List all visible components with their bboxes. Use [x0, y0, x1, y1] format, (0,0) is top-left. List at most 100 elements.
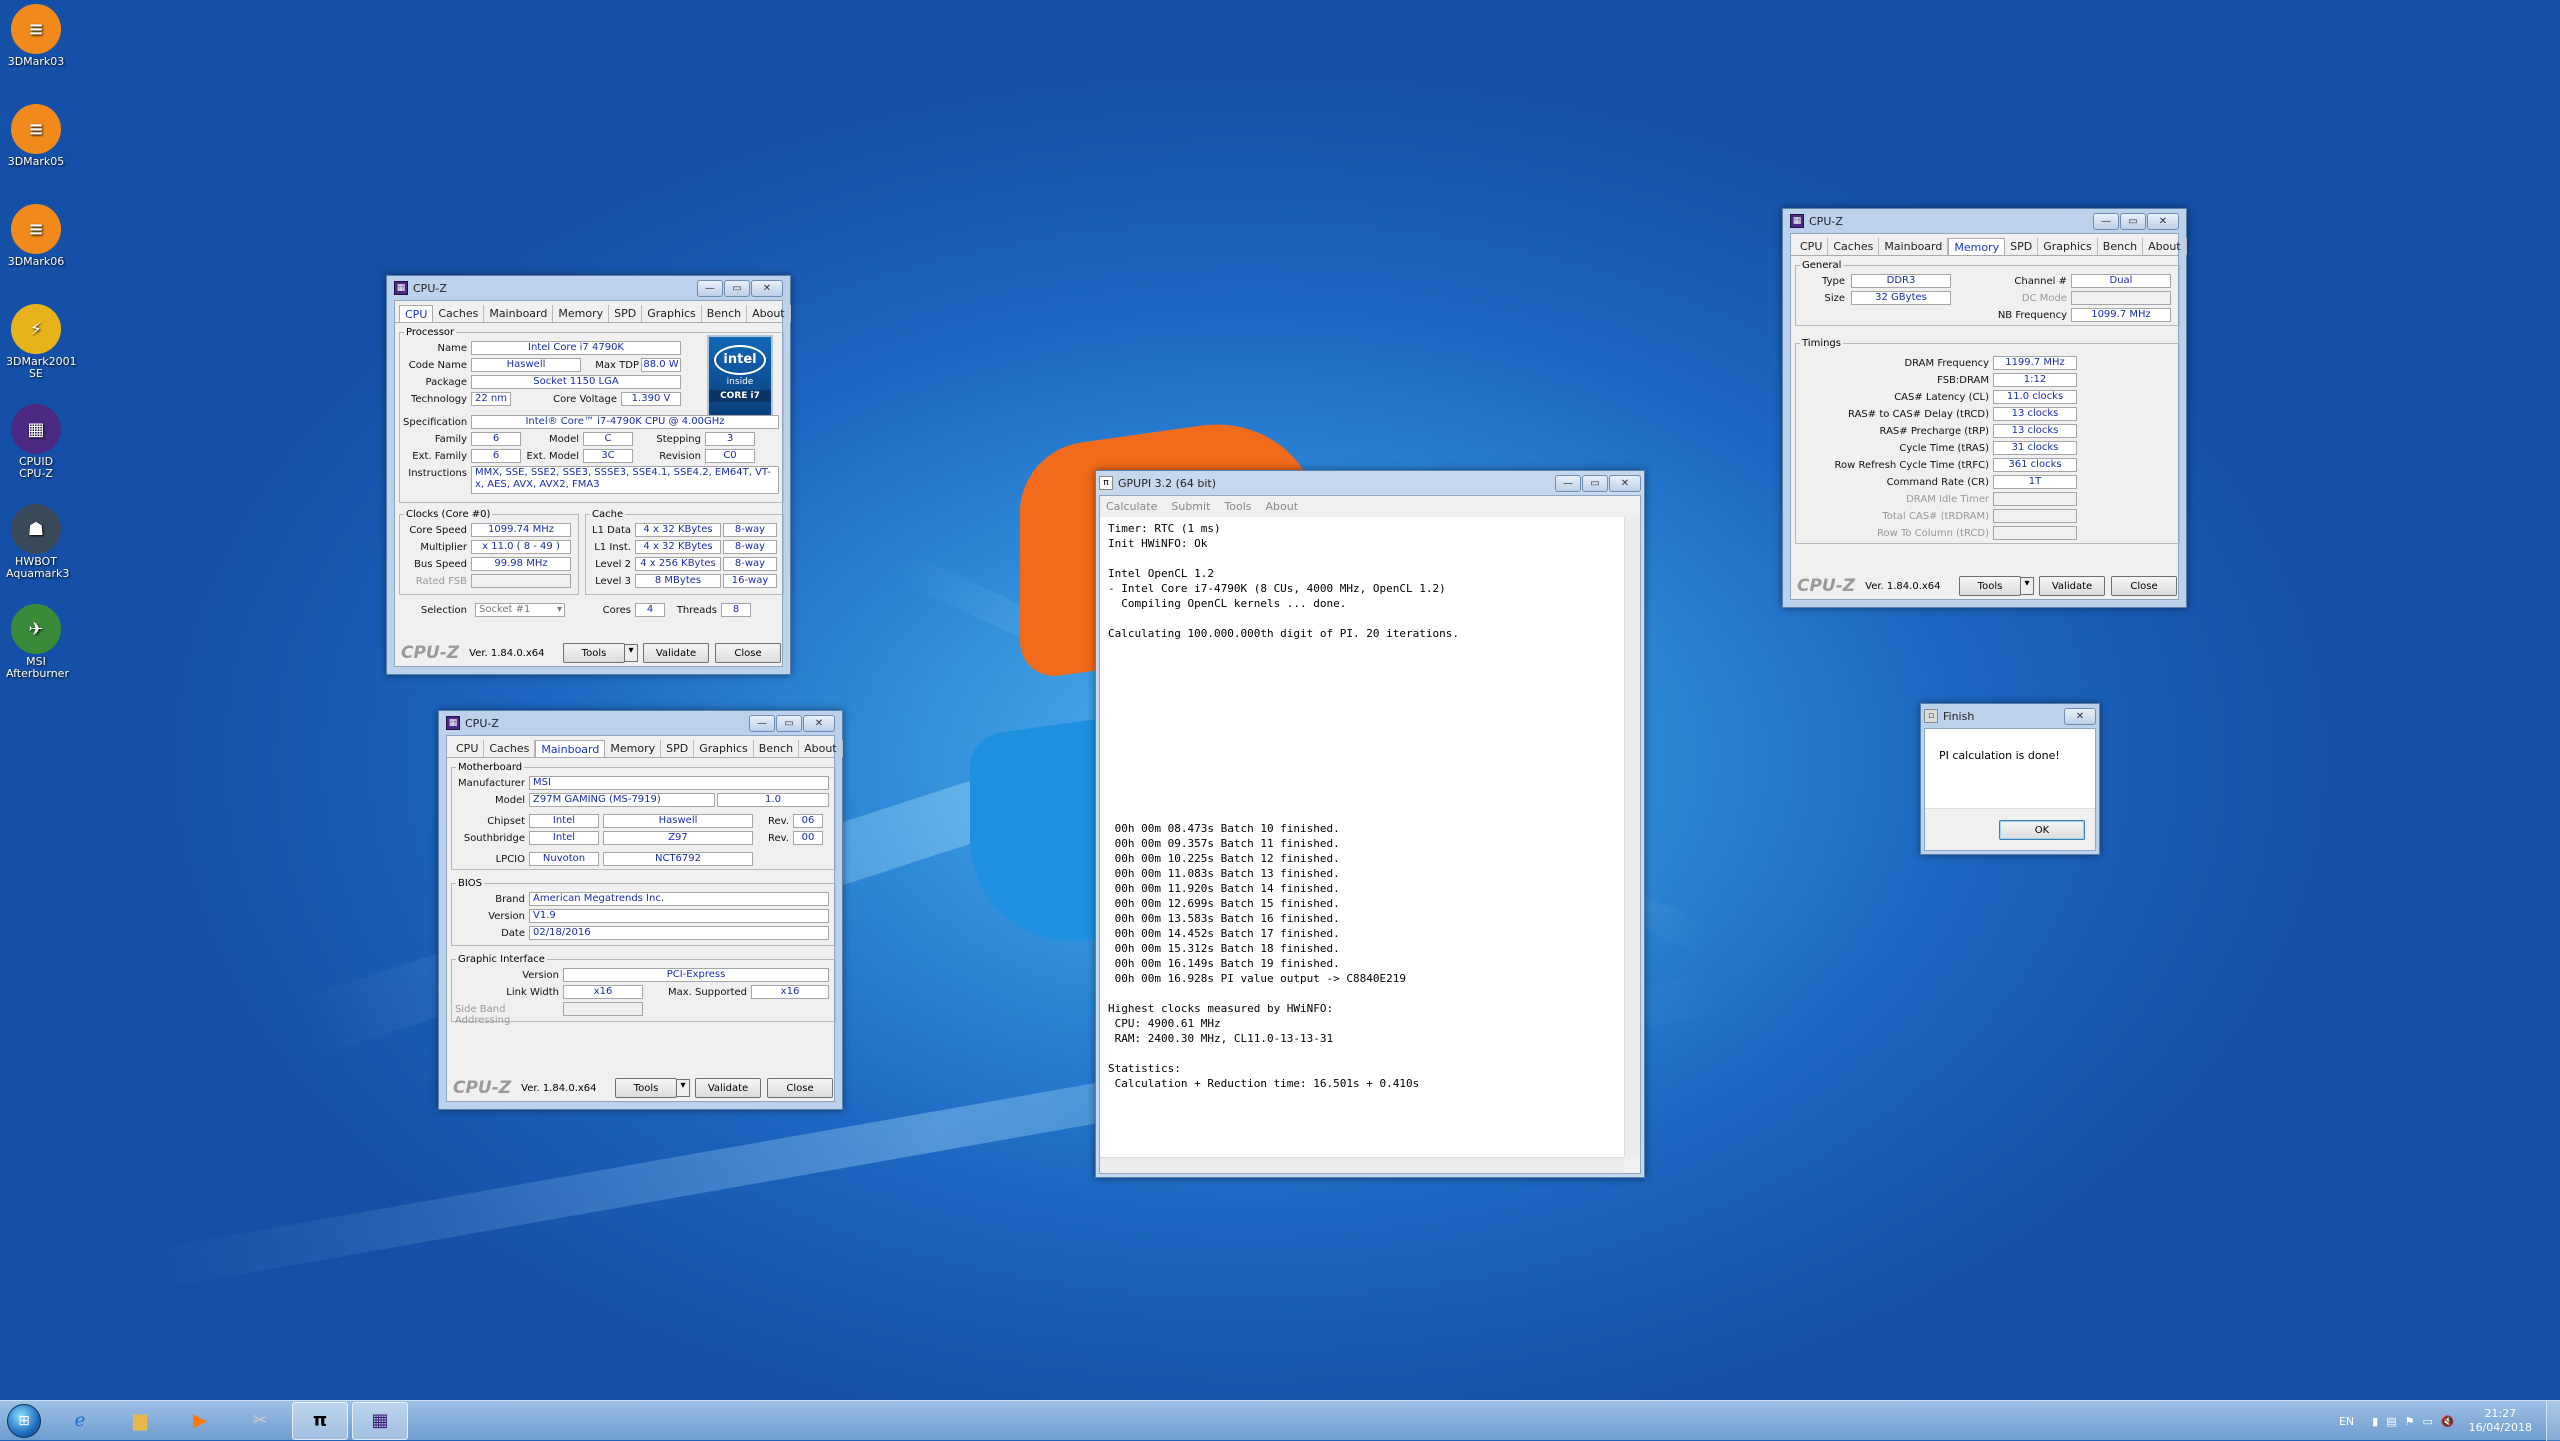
validate-button[interactable]: Validate	[643, 643, 709, 663]
tab-mainboard[interactable]: Mainboard	[484, 305, 554, 322]
tab-about[interactable]: About	[2143, 238, 2187, 255]
cpuz-mainboard-window[interactable]: ▦ CPU-Z — ▭ ✕ CPU Caches Mainboard Memory SPD Gr…	[438, 710, 843, 1110]
vertical-scrollbar[interactable]	[1624, 517, 1640, 1157]
close-window-button[interactable]: ✕	[751, 279, 783, 297]
close-window-button[interactable]: ✕	[1609, 474, 1641, 492]
tab-spd[interactable]: SPD	[609, 305, 643, 322]
close-window-button[interactable]: ✕	[2147, 212, 2179, 230]
desktop-icon[interactable]: ⚡ 3DMark2001 SE	[6, 304, 77, 380]
desktop-icon[interactable]: ☗ HWBOT Aquamark3	[6, 504, 70, 580]
desktop-icon-label: HWBOT Aquamark3	[6, 555, 70, 580]
tab-cpu[interactable]: CPU	[399, 305, 434, 322]
close-window-button[interactable]: ✕	[803, 714, 835, 732]
internet-explorer-icon[interactable]: ℯ	[52, 1402, 108, 1440]
app-icon: ✈	[11, 604, 61, 654]
clock[interactable]: 21:27 16/04/2018	[2469, 1407, 2532, 1435]
menu-submit[interactable]: Submit	[1171, 500, 1210, 513]
minimize-button[interactable]: —	[1555, 474, 1581, 492]
close-button[interactable]: Close	[2111, 576, 2177, 596]
show-desktop-button[interactable]	[2546, 1401, 2560, 1441]
minimize-button[interactable]: —	[749, 714, 775, 732]
gpupi-taskbar-icon[interactable]: π	[292, 1401, 348, 1440]
tab-bench[interactable]: Bench	[702, 305, 748, 322]
l1data-label: L1 Data	[592, 525, 631, 536]
minimize-button[interactable]: —	[2093, 212, 2119, 230]
cpuz-memory-window[interactable]: ▦ CPU-Z — ▭ ✕ CPU Caches Mainboard Memory SPD Gr…	[1782, 208, 2187, 608]
desktop-icon[interactable]: ≡ 3DMark03	[6, 4, 66, 68]
tools-dropdown-icon[interactable]: ▾	[624, 644, 638, 662]
file-explorer-icon[interactable]: ▆	[112, 1402, 168, 1440]
ok-button[interactable]: OK	[1999, 820, 2085, 840]
close-button[interactable]: Close	[715, 643, 781, 663]
hwinfo-tray-icon[interactable]: ▮	[2372, 1415, 2378, 1428]
language-indicator[interactable]: EN	[2339, 1415, 2354, 1428]
maximize-button[interactable]: ▭	[1582, 474, 1608, 492]
tab-graphics[interactable]: Graphics	[694, 740, 754, 757]
tab-memory[interactable]: Memory	[605, 740, 662, 757]
tab-about[interactable]: About	[799, 740, 843, 757]
flag-icon[interactable]: ⚑	[2405, 1415, 2415, 1428]
model-value: C	[583, 432, 633, 446]
media-player-icon[interactable]: ▶	[172, 1402, 228, 1440]
minimize-button[interactable]: —	[697, 279, 723, 297]
tab-cpu[interactable]: CPU	[1795, 238, 1829, 255]
tab-mainboard[interactable]: Mainboard	[1879, 238, 1949, 255]
tab-cpu[interactable]: CPU	[451, 740, 485, 757]
close-window-button[interactable]: ✕	[2064, 707, 2096, 725]
snipping-tool-icon[interactable]: ✂	[232, 1402, 288, 1440]
cpuz-logo: CPU-Z	[1797, 576, 1856, 596]
tab-caches[interactable]: Caches	[484, 740, 536, 757]
close-button[interactable]: Close	[767, 1078, 833, 1098]
tab-spd[interactable]: SPD	[661, 740, 695, 757]
maximize-button[interactable]: ▭	[776, 714, 802, 732]
cpuz-logo: CPU-Z	[401, 643, 460, 663]
tab-bench[interactable]: Bench	[754, 740, 800, 757]
cpuz-taskbar-icon[interactable]: ▦	[352, 1401, 408, 1440]
gpupi-window[interactable]: π GPUPI 3.2 (64 bit) — ▭ ✕ Calculate Submit T…	[1095, 470, 1645, 1178]
southbridge-name: Z97	[603, 831, 753, 845]
desktop-icon[interactable]: ≡ 3DMark06	[6, 204, 66, 268]
tab-bench[interactable]: Bench	[2098, 238, 2144, 255]
menu-tools[interactable]: Tools	[1224, 500, 1251, 513]
tab-graphics[interactable]: Graphics	[2038, 238, 2098, 255]
tools-dropdown-icon[interactable]: ▾	[676, 1079, 690, 1097]
chipset-label: Chipset	[487, 816, 525, 827]
monitor-icon[interactable]: ▭	[2422, 1415, 2432, 1428]
mem-size-value: 32 GBytes	[1851, 291, 1951, 305]
tab-spd[interactable]: SPD	[2005, 238, 2039, 255]
tools-button[interactable]: Tools ▾	[1959, 576, 2034, 596]
tab-caches[interactable]: Caches	[433, 305, 485, 322]
desktop-icon[interactable]: ✈ MSI Afterburner	[6, 604, 69, 680]
tools-button[interactable]: Tools ▾	[563, 643, 638, 663]
bios-date-label: Date	[501, 928, 525, 939]
menu-calculate[interactable]: Calculate	[1106, 500, 1157, 513]
menu-about[interactable]: About	[1266, 500, 1299, 513]
tools-dropdown-icon[interactable]: ▾	[2020, 577, 2034, 595]
desktop-icon[interactable]: ≡ 3DMark05	[6, 104, 66, 168]
tab-graphics[interactable]: Graphics	[642, 305, 702, 322]
tab-caches[interactable]: Caches	[1828, 238, 1880, 255]
finish-dialog[interactable]: ▫ Finish ✕ PI calculation is done! OK	[1920, 703, 2100, 855]
validate-button[interactable]: Validate	[695, 1078, 761, 1098]
tab-about[interactable]: About	[747, 305, 791, 322]
console-output[interactable]: Timer: RTC (1 ms) Init HWiNFO: Ok Intel …	[1100, 517, 1624, 1157]
tab-memory[interactable]: Memory	[1948, 238, 2006, 255]
volume-muted-icon[interactable]: 🔇	[2441, 1415, 2455, 1428]
link-width-value: x16	[563, 985, 643, 999]
maximize-button[interactable]: ▭	[2120, 212, 2146, 230]
desktop-icon[interactable]: ▦ CPUID CPU-Z	[6, 404, 66, 480]
level2-way: 8-way	[723, 557, 777, 571]
app-icon: ⚡	[11, 304, 61, 354]
pi-app-icon: π	[1099, 476, 1113, 490]
start-button[interactable]: ⊞	[0, 1401, 48, 1441]
horizontal-scrollbar[interactable]	[1100, 1157, 1624, 1173]
network-icon[interactable]: ▤	[2386, 1415, 2396, 1428]
tab-mainboard[interactable]: Mainboard	[535, 740, 606, 757]
tab-memory[interactable]: Memory	[553, 305, 610, 322]
validate-button[interactable]: Validate	[2039, 576, 2105, 596]
maximize-button[interactable]: ▭	[724, 279, 750, 297]
chipset-vendor: Intel	[529, 814, 599, 828]
tools-button[interactable]: Tools ▾	[615, 1078, 690, 1098]
cpuz-cpu-window[interactable]: ▦ CPU-Z — ▭ ✕ CPU Caches Mainboard Memory SPD Gr…	[386, 275, 791, 675]
selection-dropdown[interactable]: Socket #1 ▾	[475, 603, 565, 617]
